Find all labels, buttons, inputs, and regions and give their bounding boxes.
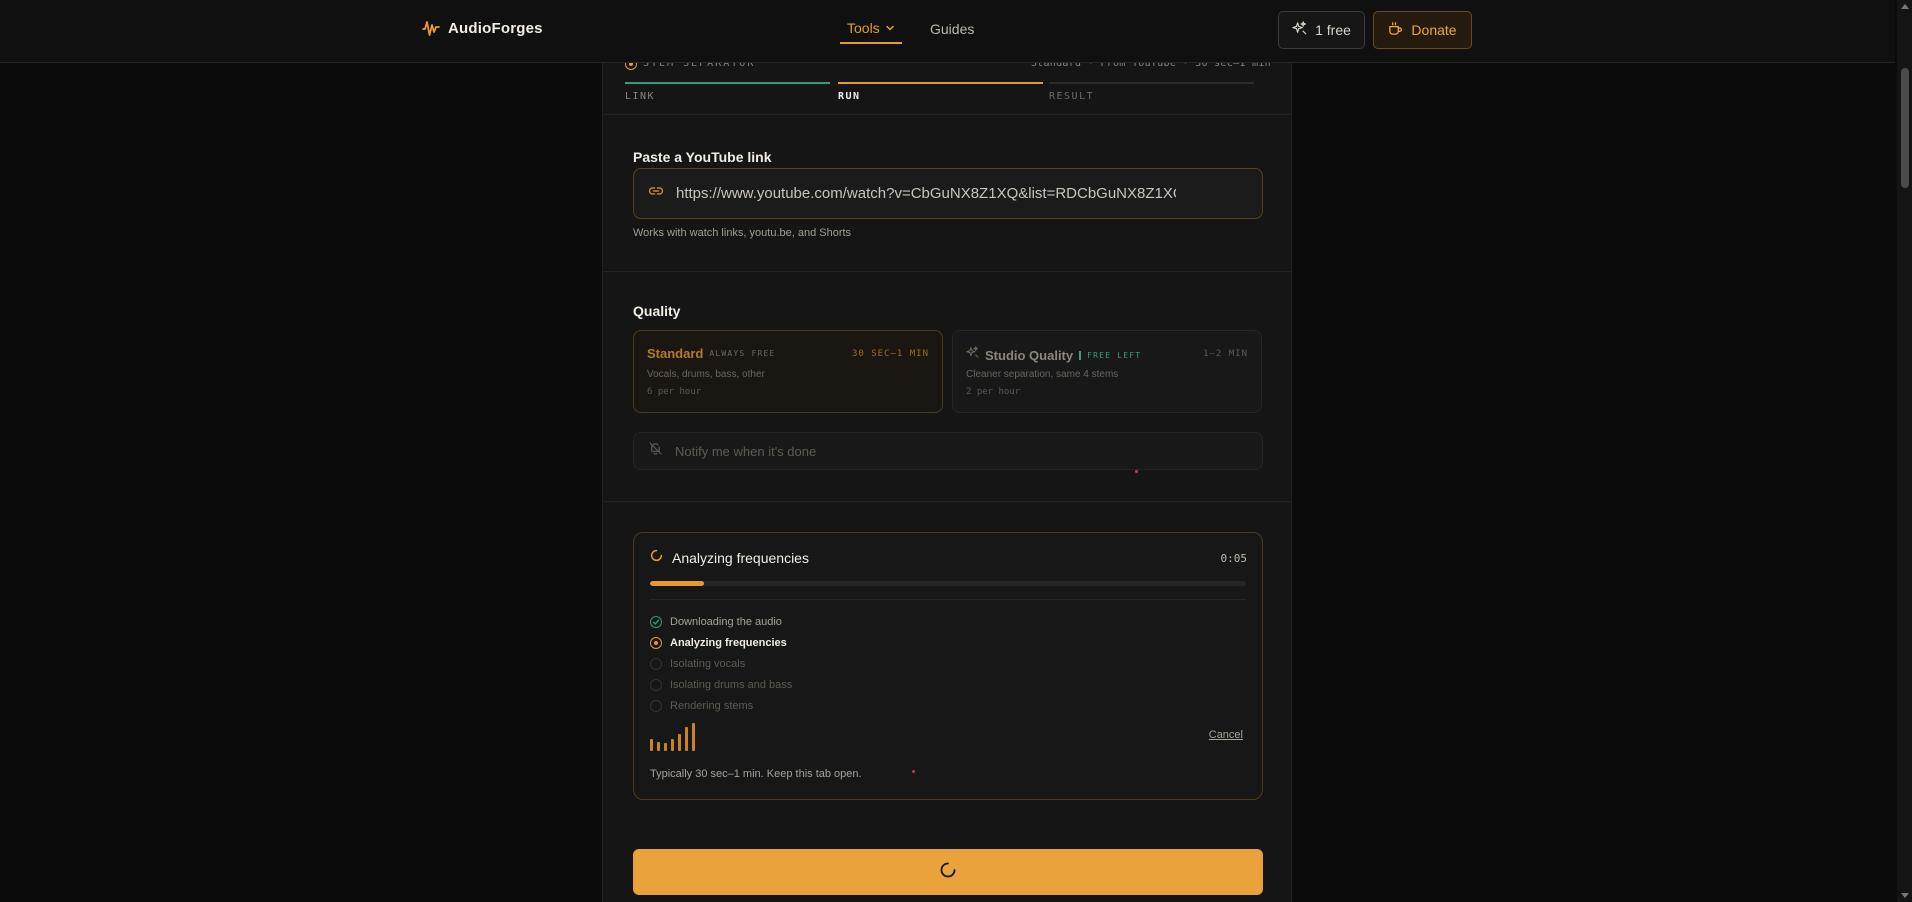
pending-circle-icon	[650, 678, 662, 691]
step-run-label: RUN	[838, 91, 861, 102]
step-link-label: LINK	[625, 91, 656, 102]
cursor-marker	[1135, 470, 1138, 473]
studio-title: Studio Quality	[985, 347, 1074, 363]
task-label: Analyzing frequencies	[670, 636, 787, 649]
standard-rate: 6 per hour	[647, 387, 702, 397]
standard-tag: ALWAYS FREE	[709, 349, 776, 358]
check-circle-icon	[650, 615, 662, 628]
step-result: RESULT	[1049, 82, 1254, 102]
divider	[650, 599, 1246, 600]
cursor-marker	[912, 770, 915, 773]
standard-time: 30 SEC–1 MIN	[851, 349, 929, 359]
step-run-bar	[838, 82, 1043, 84]
task-item: Rendering stems	[650, 695, 792, 716]
chevron-down-icon	[885, 20, 895, 36]
notify-toggle[interactable]: Notify me when it's done	[633, 432, 1263, 470]
pending-circle-icon	[650, 699, 662, 712]
divider	[603, 271, 1291, 272]
task-item: Downloading the audio	[650, 611, 792, 632]
task-label: Downloading the audio	[670, 615, 782, 628]
progress-bar-fill	[650, 581, 704, 586]
sparkles-icon	[966, 346, 979, 364]
progress-note: Typically 30 sec–1 min. Keep this tab op…	[650, 768, 862, 780]
divider	[603, 501, 1291, 502]
equalizer-animation-icon	[650, 721, 695, 751]
step-link[interactable]: LINK	[625, 82, 830, 102]
top-navigation-bar: AudioForges Tools Guides 1 free Donate	[0, 0, 1895, 63]
youtube-link-value: https://www.youtube.com/watch?v=CbGuNX8Z…	[676, 185, 1176, 202]
progress-title: Analyzing frequencies	[672, 550, 809, 566]
standard-description: Vocals, drums, bass, other	[647, 369, 765, 380]
donate-button[interactable]: Donate	[1373, 11, 1472, 49]
task-item: Isolating drums and bass	[650, 674, 792, 695]
spinner-icon	[939, 861, 957, 884]
task-label: Isolating drums and bass	[670, 678, 793, 691]
stem-separator-panel: STEM SEPARATOR Standard · From YouTube ·…	[602, 0, 1292, 902]
quality-section-title: Quality	[633, 303, 681, 319]
studio-time: 1–2 MIN	[1203, 349, 1248, 359]
standard-title: Standard	[647, 346, 704, 361]
step-result-label: RESULT	[1049, 91, 1095, 102]
active-dot-icon	[650, 636, 662, 649]
bell-off-icon	[648, 441, 663, 461]
youtube-link-input[interactable]: https://www.youtube.com/watch?v=CbGuNX8Z…	[633, 168, 1263, 219]
waveform-icon	[421, 18, 441, 38]
stepper: LINK RUN RESULT	[625, 82, 1263, 102]
sparkles-icon	[1292, 21, 1307, 39]
progress-bar	[650, 581, 1246, 586]
brand-logo-link[interactable]: AudioForges	[421, 18, 543, 38]
free-credits-button[interactable]: 1 free	[1278, 11, 1365, 49]
coffee-cup-icon	[1388, 21, 1403, 39]
run-button[interactable]	[633, 849, 1263, 895]
free-credits-label: 1 free	[1315, 22, 1351, 38]
scrollbar-thumb[interactable]	[1901, 68, 1909, 188]
scroll-down-arrow-icon[interactable]	[1901, 893, 1909, 898]
divider	[603, 114, 1291, 115]
progress-card: Analyzing frequencies 0:05 Downloading t…	[633, 532, 1263, 800]
nav-tools-label: Tools	[847, 20, 880, 36]
studio-rate: 2 per hour	[966, 387, 1021, 397]
task-item: Analyzing frequencies	[650, 632, 792, 653]
page-scrollbar[interactable]	[1897, 0, 1912, 902]
task-label: Rendering stems	[670, 699, 754, 712]
studio-tag: FREE LEFT	[1079, 350, 1141, 360]
cancel-link[interactable]: Cancel	[1209, 729, 1243, 741]
brand-name: AudioForges	[448, 19, 543, 37]
donate-label: Donate	[1411, 22, 1457, 38]
pending-circle-icon	[650, 657, 662, 670]
step-link-bar	[625, 82, 830, 84]
progress-timer: 0:05	[1220, 552, 1248, 565]
link-hint: Works with watch links, youtu.be, and Sh…	[633, 227, 852, 239]
studio-description: Cleaner separation, same 4 stems	[966, 369, 1119, 380]
spinner-icon	[650, 549, 663, 567]
task-item: Isolating vocals	[650, 653, 792, 674]
task-list: Downloading the audio Analyzing frequenc…	[650, 611, 792, 716]
quality-option-standard[interactable]: Standard ALWAYS FREE 30 SEC–1 MIN Vocals…	[633, 330, 943, 413]
quality-option-studio[interactable]: Studio Quality FREE LEFT 1–2 MIN Cleaner…	[952, 330, 1262, 413]
link-icon	[648, 183, 664, 204]
link-section-title: Paste a YouTube link	[633, 149, 772, 165]
nav-guides-link[interactable]: Guides	[930, 21, 974, 37]
scroll-up-arrow-icon[interactable]	[1901, 4, 1909, 9]
step-run: RUN	[838, 82, 1043, 102]
step-result-bar	[1049, 82, 1254, 84]
notify-label: Notify me when it's done	[675, 443, 817, 459]
nav-tools-dropdown[interactable]: Tools	[840, 20, 902, 44]
task-label: Isolating vocals	[670, 657, 746, 670]
